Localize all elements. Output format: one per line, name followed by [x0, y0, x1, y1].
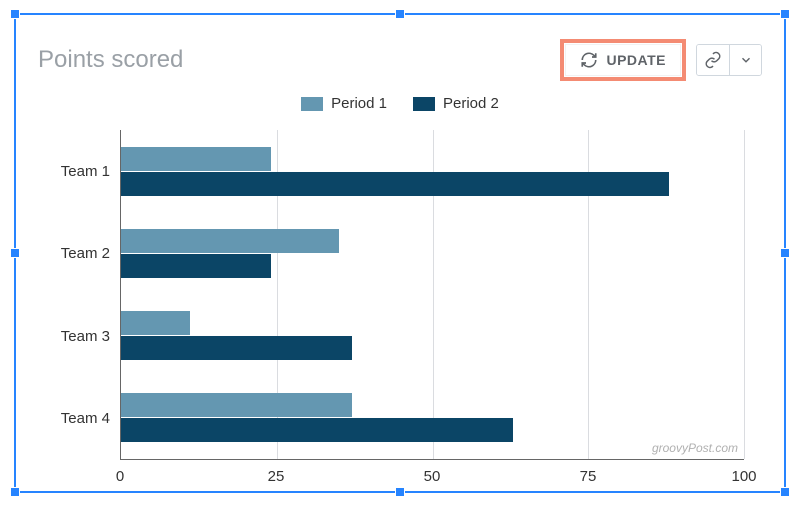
refresh-icon: [580, 51, 598, 69]
x-tick-25: 25: [268, 468, 285, 485]
legend-swatch-1: [301, 97, 323, 111]
legend: Period 1 Period 2: [32, 95, 768, 112]
chart-toolbar: UPDATE: [560, 39, 762, 81]
bar-group: [121, 229, 744, 278]
resize-handle-middle-right[interactable]: [780, 248, 790, 258]
legend-label-2: Period 2: [443, 95, 499, 112]
legend-label-1: Period 1: [331, 95, 387, 112]
bar-period-2[interactable]: [121, 172, 669, 196]
y-tick-team-1: Team 1: [50, 163, 110, 180]
y-tick-team-2: Team 2: [50, 245, 110, 262]
update-highlight: UPDATE: [560, 39, 686, 81]
bar-period-2[interactable]: [121, 254, 271, 278]
plot-area: Team 1 Team 2 Team 3 Team 4: [50, 130, 744, 460]
y-axis-labels: Team 1 Team 2 Team 3 Team 4: [50, 130, 120, 460]
resize-handle-top-right[interactable]: [780, 9, 790, 19]
legend-swatch-2: [413, 97, 435, 111]
bar-period-1[interactable]: [121, 147, 271, 171]
bar-group: [121, 393, 744, 442]
resize-handle-bottom-left[interactable]: [10, 487, 20, 497]
update-button[interactable]: UPDATE: [565, 44, 681, 76]
legend-item-period-1[interactable]: Period 1: [301, 95, 387, 112]
y-tick-team-4: Team 4: [50, 410, 110, 427]
bar-rows: [121, 130, 744, 459]
resize-handle-top-left[interactable]: [10, 9, 20, 19]
chart-header: Points scored UPDATE: [32, 31, 768, 85]
link-icon: [704, 51, 722, 69]
selection-frame[interactable]: Points scored UPDATE: [14, 13, 786, 493]
x-axis: 0 25 50 75 100: [120, 468, 744, 488]
y-tick-team-3: Team 3: [50, 328, 110, 345]
bar-period-1[interactable]: [121, 393, 352, 417]
gridline-100: [744, 130, 745, 459]
bar-group: [121, 311, 744, 360]
update-label: UPDATE: [606, 52, 666, 68]
x-tick-0: 0: [116, 468, 124, 485]
chart-title: Points scored: [38, 46, 183, 74]
bar-group: [121, 147, 744, 196]
bar-period-1[interactable]: [121, 311, 190, 335]
grid: [120, 130, 744, 460]
bar-period-2[interactable]: [121, 418, 513, 442]
dropdown-button[interactable]: [729, 45, 761, 75]
resize-handle-middle-left[interactable]: [10, 248, 20, 258]
legend-item-period-2[interactable]: Period 2: [413, 95, 499, 112]
x-tick-100: 100: [731, 468, 756, 485]
watermark: groovyPost.com: [652, 441, 738, 455]
chevron-down-icon: [739, 53, 753, 67]
resize-handle-top-middle[interactable]: [395, 9, 405, 19]
chart-panel: Points scored UPDATE: [32, 31, 768, 473]
resize-handle-bottom-right[interactable]: [780, 487, 790, 497]
bar-period-1[interactable]: [121, 229, 339, 253]
link-options: [696, 44, 762, 76]
x-tick-50: 50: [424, 468, 441, 485]
link-button[interactable]: [697, 45, 729, 75]
resize-handle-bottom-middle[interactable]: [395, 487, 405, 497]
x-tick-75: 75: [580, 468, 597, 485]
bar-period-2[interactable]: [121, 336, 352, 360]
